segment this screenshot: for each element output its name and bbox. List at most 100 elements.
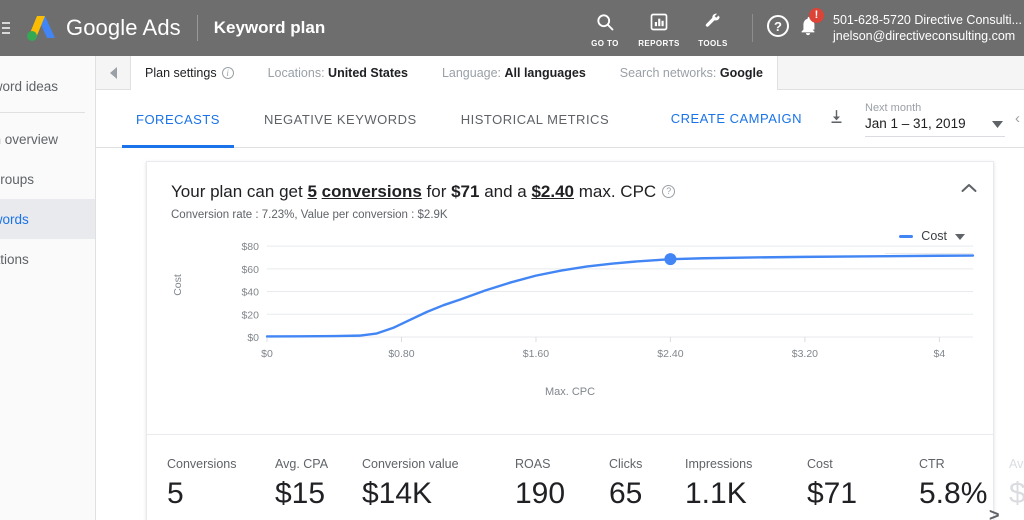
setting-language: Language: All languages — [442, 66, 586, 80]
topbar-actions: GO TO REPORTS TOOLS ? ! 501-628-5720 Dir… — [578, 0, 1024, 56]
reports-button[interactable]: REPORTS — [632, 8, 686, 48]
setting-locations-value: United States — [328, 65, 408, 80]
metric-value: 65 — [609, 477, 643, 510]
tools-label: TOOLS — [698, 39, 728, 48]
svg-text:$3.20: $3.20 — [792, 348, 818, 360]
date-range-underline — [865, 135, 1005, 137]
headline-max-cpc[interactable]: $2.40 — [531, 182, 574, 201]
chevron-down-icon[interactable] — [955, 227, 965, 245]
headline-cost: $71 — [451, 182, 480, 201]
metric-label: Conversion value — [362, 457, 459, 471]
plan-settings-label: Plan settings — [145, 65, 217, 80]
tab-bar-actions: CREATE CAMPAIGN Next month Jan 1 – 31, 2… — [671, 90, 1024, 147]
metric-label: Avg. CPA — [275, 457, 329, 471]
reports-bar-chart-icon — [649, 12, 669, 37]
setting-search-networks-value: Google — [719, 65, 763, 80]
tab-negative-keywords[interactable]: NEGATIVE KEYWORDS — [242, 90, 439, 148]
sidebar-item-label: cations — [0, 251, 29, 267]
tab-label: FORECASTS — [136, 111, 220, 127]
main-content: Plan settings i Locations: United States… — [96, 55, 1024, 520]
metric-value: $14K — [362, 477, 433, 510]
sidebar-item-label: an overview — [0, 131, 59, 147]
sidebar-item-keywords[interactable]: ywords — [0, 199, 95, 239]
setting-language-value: All languages — [504, 65, 586, 80]
metric-label: Conversions — [167, 457, 237, 471]
left-sidebar: yword ideas an overview l groups ywords … — [0, 56, 96, 520]
headline-prefix: Your plan can get — [171, 182, 308, 201]
tab-historical-metrics[interactable]: HISTORICAL METRICS — [439, 90, 631, 148]
create-campaign-button[interactable]: CREATE CAMPAIGN — [671, 111, 802, 126]
goto-button[interactable]: GO TO — [578, 8, 632, 48]
headline-mid: for — [421, 182, 452, 201]
metric-conversion-value: Conversion value $14K — [362, 457, 459, 511]
headline-suffix: max. CPC — [574, 182, 657, 201]
chart-y-axis-title: Cost — [171, 274, 184, 296]
hamburger-icon[interactable] — [2, 22, 16, 34]
chart-legend[interactable]: Cost — [899, 227, 965, 245]
headline-mid2: and a — [479, 182, 532, 201]
metric-value: 1.1K — [685, 477, 747, 510]
svg-text:$1.60: $1.60 — [523, 348, 549, 360]
metric-ctr: CTR 5.8% — [919, 457, 987, 511]
metric-value: 5.8% — [919, 477, 988, 510]
plan-settings-panel[interactable]: Plan settings i Locations: United States… — [130, 55, 778, 90]
tab-bar: FORECASTS NEGATIVE KEYWORDS HISTORICAL M… — [96, 90, 1024, 148]
metric-cost: Cost $71 — [807, 457, 857, 511]
legend-color-swatch — [899, 234, 914, 238]
date-range-value: Jan 1 – 31, 2019 — [865, 115, 966, 131]
tab-forecasts[interactable]: FORECASTS — [114, 90, 242, 148]
metric-value: $ — [1009, 477, 1024, 510]
help-question-icon[interactable]: ? — [662, 184, 676, 198]
setting-language-label: Language: — [441, 65, 502, 80]
tab-label: NEGATIVE KEYWORDS — [263, 111, 417, 127]
sidebar-item-locations[interactable]: cations — [0, 239, 95, 279]
metric-label: Clicks — [609, 457, 643, 471]
headline-conversions-word[interactable]: conversions — [322, 182, 422, 201]
plan-settings-bar: Plan settings i Locations: United States… — [96, 55, 1024, 90]
setting-search-networks: Search networks: Google — [620, 66, 763, 80]
metric-value: 5 — [167, 477, 184, 510]
metrics-scroll-right-icon[interactable]: > — [989, 505, 1000, 520]
forecast-chart: Cost Cost $0 $20 $40 $60 $80 $0 $0.80 $1.60 $2.4… — [147, 227, 993, 398]
forecast-card: Your plan can get 5 conversions for $71 … — [146, 161, 1024, 520]
metric-impressions: Impressions 1.1K — [685, 457, 752, 511]
metric-value: 190 — [515, 477, 566, 510]
metric-value: $15 — [275, 477, 326, 510]
metric-avg-cpa: Avg. CPA $15 — [275, 457, 328, 511]
metric-value: $71 — [807, 477, 858, 510]
sidebar-item-keyword-ideas[interactable]: yword ideas — [0, 66, 95, 106]
chevron-left-icon[interactable]: ‹ — [1015, 110, 1020, 127]
chevron-down-icon[interactable] — [991, 115, 1003, 133]
notifications-button[interactable]: ! — [791, 7, 825, 42]
tab-label: HISTORICAL METRICS — [460, 111, 610, 127]
sidebar-divider — [0, 112, 85, 113]
sidebar-item-plan-overview[interactable]: an overview — [0, 119, 95, 159]
search-icon — [595, 12, 615, 37]
legend-label: Cost — [921, 229, 947, 243]
metric-roas: ROAS 190 — [515, 457, 565, 511]
info-circle-icon[interactable]: i — [221, 66, 234, 79]
forecast-subline: Conversion rate : 7.23%, Value per conve… — [171, 209, 448, 221]
download-icon[interactable] — [828, 108, 845, 130]
metric-label: Cost — [807, 457, 833, 471]
top-navigation-bar: Google Ads Keyword plan GO TO REPORTS TO… — [0, 0, 1024, 56]
account-info[interactable]: 501-628-5720 Directive Consulti... jnels… — [833, 12, 1022, 44]
sidebar-item-label: l groups — [0, 171, 35, 187]
tools-button[interactable]: TOOLS — [686, 8, 740, 48]
chevron-up-icon[interactable] — [961, 180, 977, 198]
date-range-picker[interactable]: Next month Jan 1 – 31, 2019 — [865, 101, 1005, 137]
reports-label: REPORTS — [638, 39, 680, 48]
sidebar-item-ad-groups[interactable]: l groups — [0, 159, 95, 199]
forecast-headline: Your plan can get 5 conversions for $71 … — [171, 182, 969, 202]
metric-avg-partial: Avg. $ — [1009, 457, 1024, 511]
metric-conversions: Conversions 5 — [167, 457, 236, 511]
help-button[interactable]: ? — [765, 14, 791, 43]
help-question-icon: ? — [766, 14, 790, 43]
svg-text:$2.40: $2.40 — [657, 348, 683, 360]
svg-text:$0: $0 — [247, 332, 259, 344]
sidebar-item-label: ywords — [0, 211, 29, 227]
collapse-left-triangle-icon[interactable] — [104, 56, 124, 90]
svg-text:$20: $20 — [241, 309, 259, 321]
page-title: Keyword plan — [213, 18, 326, 37]
setting-locations-label: Locations: — [267, 65, 325, 80]
